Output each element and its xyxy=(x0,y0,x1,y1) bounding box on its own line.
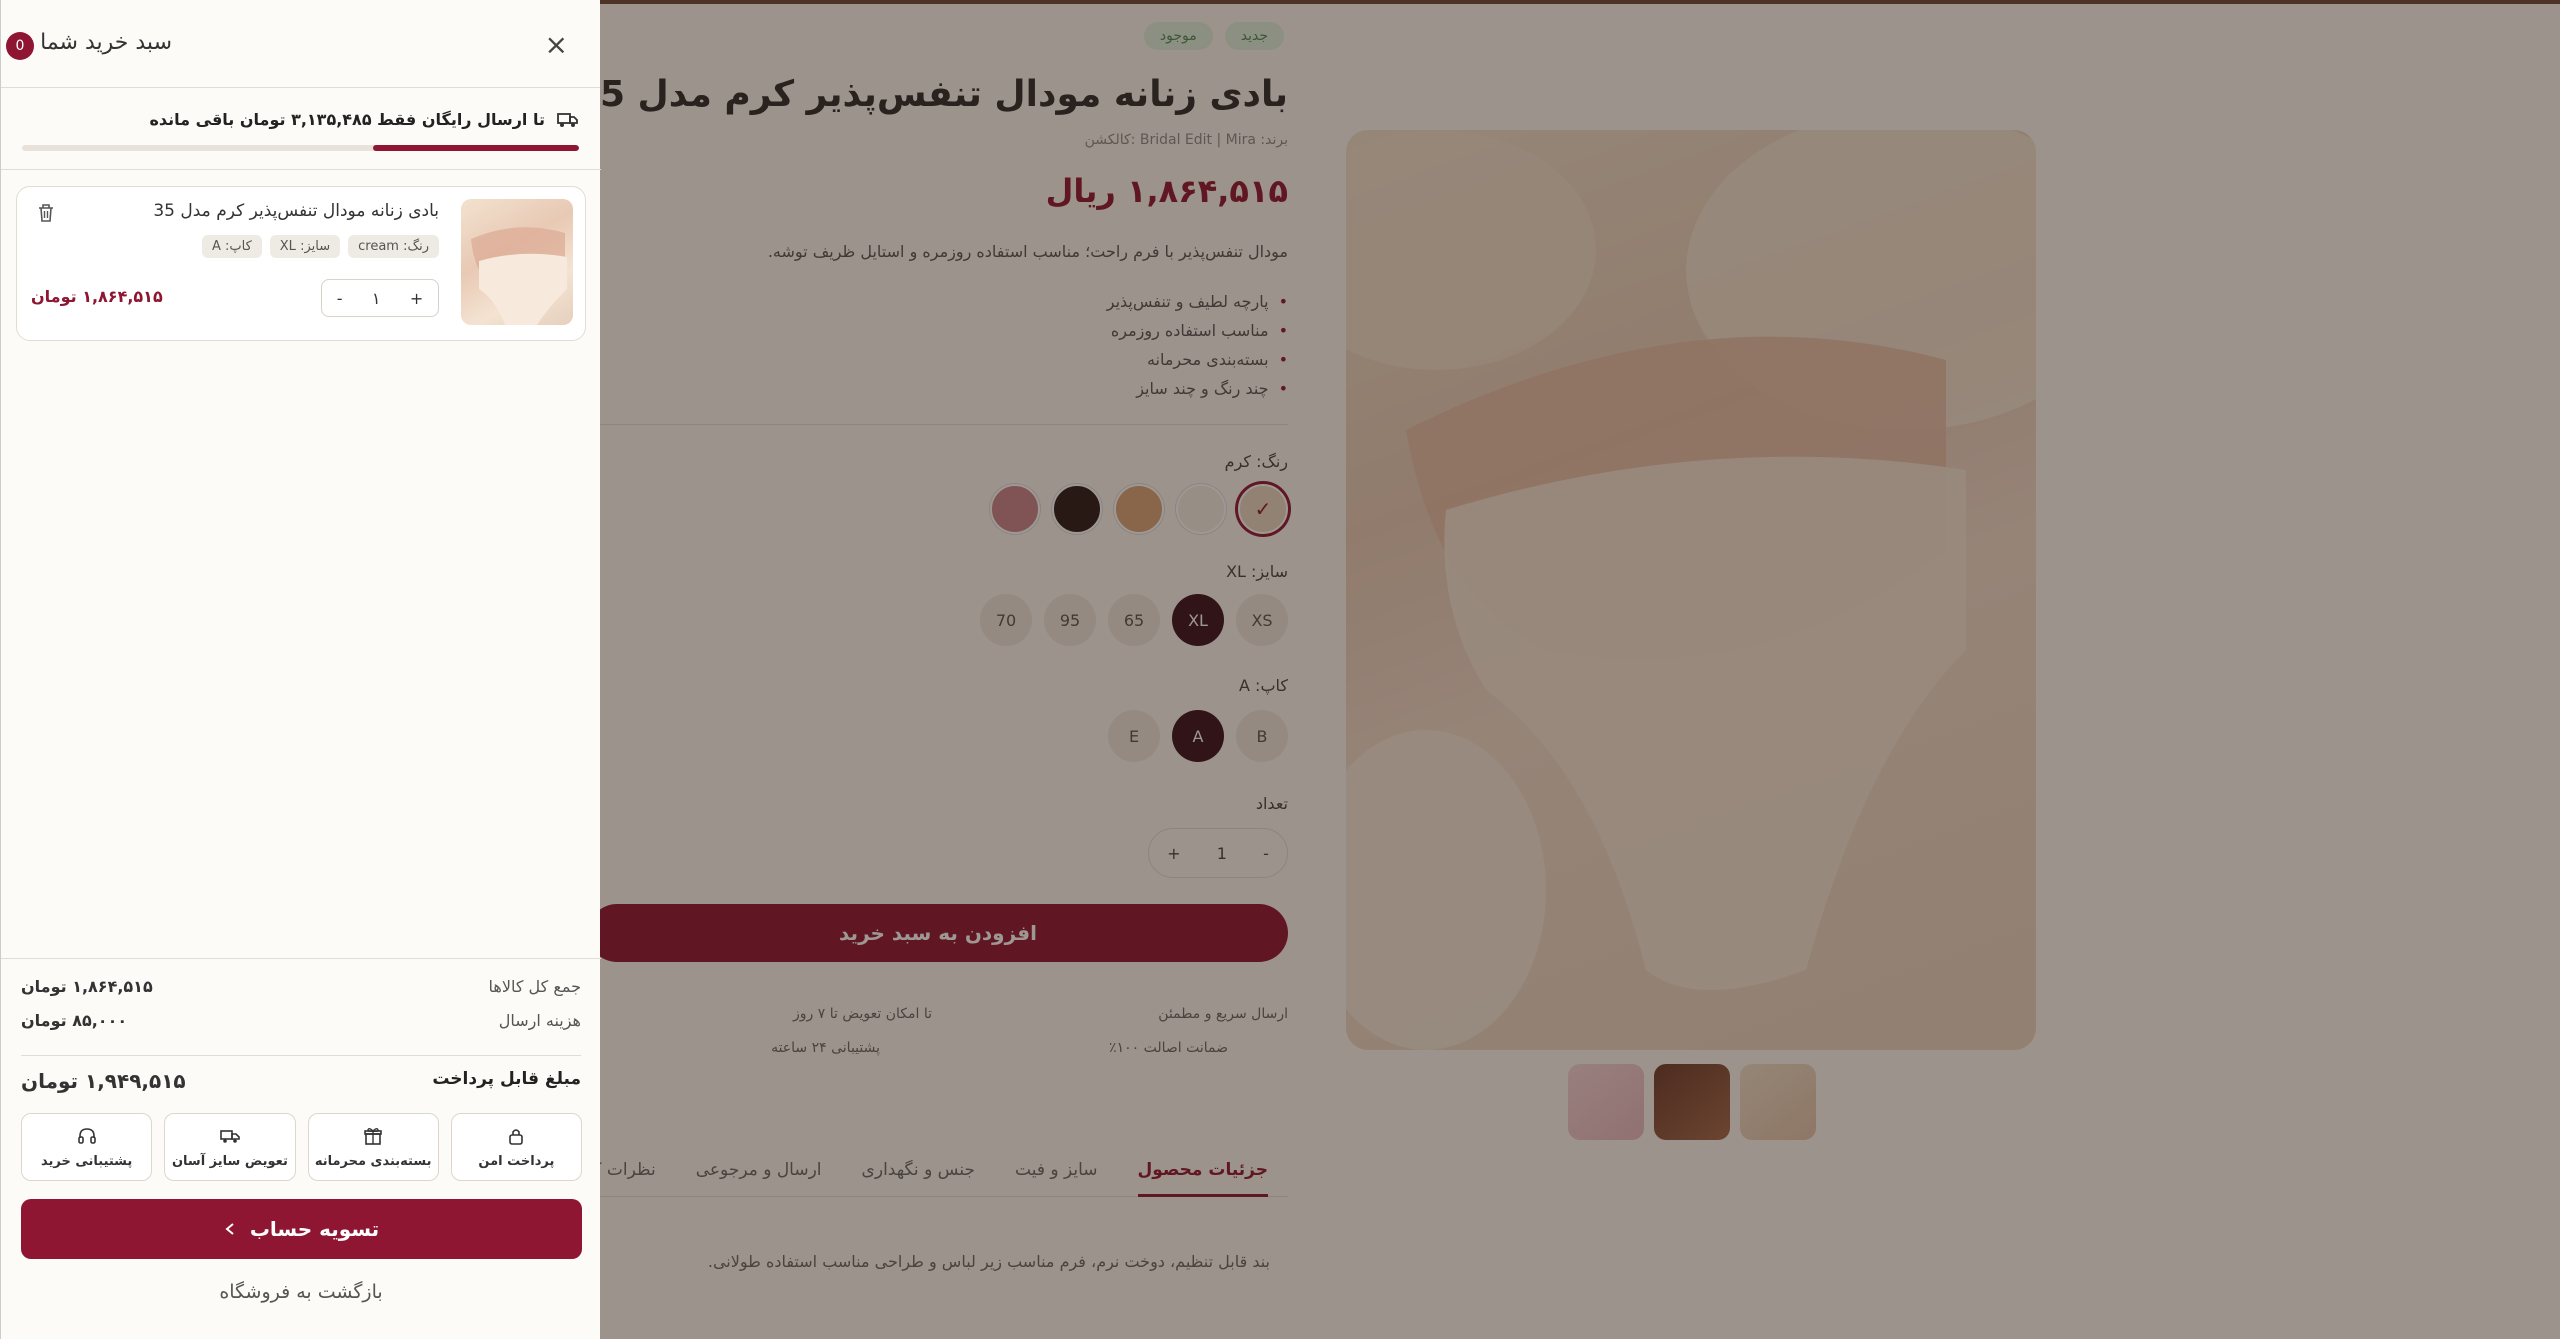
checkout-button[interactable]: تسویه حساب xyxy=(21,1199,582,1259)
cart-qty-stepper: - ۱ + xyxy=(321,279,439,317)
free-shipping-banner: تا ارسال رایگان فقط ۳,۱۳۵,۴۸۵ تومان باقی… xyxy=(1,88,601,170)
checkout-label: تسویه حساب xyxy=(249,1217,380,1241)
trash-icon[interactable] xyxy=(37,203,55,227)
total-value: ۱,۹۴۹,۵۱۵ تومان xyxy=(21,1069,186,1093)
shipping-progress-fill xyxy=(372,145,579,151)
drawer-title: سبد خرید شما xyxy=(40,30,172,55)
feature-secure-payment: پرداخت امن xyxy=(450,1113,582,1181)
qty-value: ۱ xyxy=(371,288,381,308)
cart-item: بادی زنانه مودال تنفس‌پذیر کرم مدل 35 رن… xyxy=(16,186,586,341)
shipping-cost-value: ۸۵,۰۰۰ تومان xyxy=(21,1011,128,1030)
attribute-cup: کاپ: A xyxy=(201,235,262,258)
truck-icon xyxy=(220,1129,240,1143)
feature-support: پشتیبانی خرید xyxy=(21,1113,153,1181)
summary-divider xyxy=(21,1055,581,1056)
feature-label: تعویض سایز آسان xyxy=(171,1153,288,1169)
back-to-shop-link[interactable]: بازگشت به فروشگاه xyxy=(1,1281,601,1303)
gift-icon xyxy=(364,1127,382,1145)
attribute-color: رنگ: cream xyxy=(348,235,439,258)
free-shipping-text: تا ارسال رایگان فقط ۳,۱۳۵,۴۸۵ تومان باقی… xyxy=(149,110,545,129)
trust-features: پرداخت امن بسته‌بندی محرمانه تعویض سایز … xyxy=(21,1113,582,1181)
truck-icon xyxy=(557,112,578,127)
subtotal-row: جمع کل کالاها ۱,۸۶۴,۵۱۵ تومان xyxy=(21,977,581,996)
feature-label: پرداخت امن xyxy=(478,1153,555,1169)
qty-decrease-button[interactable]: - xyxy=(337,289,343,308)
cart-item-price: ۱,۸۶۴,۵۱۵ تومان xyxy=(31,287,163,306)
cart-item-name[interactable]: بادی زنانه مودال تنفس‌پذیر کرم مدل 35 xyxy=(153,201,439,221)
lock-icon xyxy=(509,1128,524,1145)
feature-easy-size-exchange: تعویض سایز آسان xyxy=(164,1113,296,1181)
free-shipping-row: تا ارسال رایگان فقط ۳,۱۳۵,۴۸۵ تومان باقی… xyxy=(149,110,579,129)
cart-item-photo xyxy=(471,227,567,325)
shipping-cost-row: هزینه ارسال ۸۵,۰۰۰ تومان xyxy=(21,1011,581,1030)
feature-label: پشتیبانی خرید xyxy=(40,1153,133,1169)
shipping-cost-label: هزینه ارسال xyxy=(498,1011,581,1030)
total-label: مبلغ قابل پرداخت xyxy=(432,1069,581,1089)
close-icon[interactable]: × xyxy=(545,28,568,61)
brand-logo: 0 xyxy=(6,32,34,60)
drawer-header: 0 سبد خرید شما × xyxy=(1,0,600,88)
total-row: مبلغ قابل پرداخت ۱,۹۴۹,۵۱۵ تومان xyxy=(21,1069,581,1093)
shipping-progress-bar xyxy=(22,145,579,151)
cart-drawer: 0 سبد خرید شما × تا ارسال رایگان فقط ۳,۱… xyxy=(0,0,601,1339)
cart-summary: جمع کل کالاها ۱,۸۶۴,۵۱۵ تومان هزینه ارسا… xyxy=(1,958,601,1339)
cart-item-image[interactable] xyxy=(461,199,573,325)
subtotal-value: ۱,۸۶۴,۵۱۵ تومان xyxy=(21,977,153,996)
subtotal-label: جمع کل کالاها xyxy=(488,977,582,996)
feature-label: بسته‌بندی محرمانه xyxy=(314,1153,432,1169)
cart-item-attributes: رنگ: cream سایز: XL کاپ: A xyxy=(201,235,439,258)
attribute-size: سایز: XL xyxy=(269,235,341,258)
qty-increase-button[interactable]: + xyxy=(410,289,423,308)
headset-icon xyxy=(77,1127,96,1144)
chevron-left-icon xyxy=(225,1223,234,1235)
feature-discreet-packaging: بسته‌بندی محرمانه xyxy=(307,1113,439,1181)
